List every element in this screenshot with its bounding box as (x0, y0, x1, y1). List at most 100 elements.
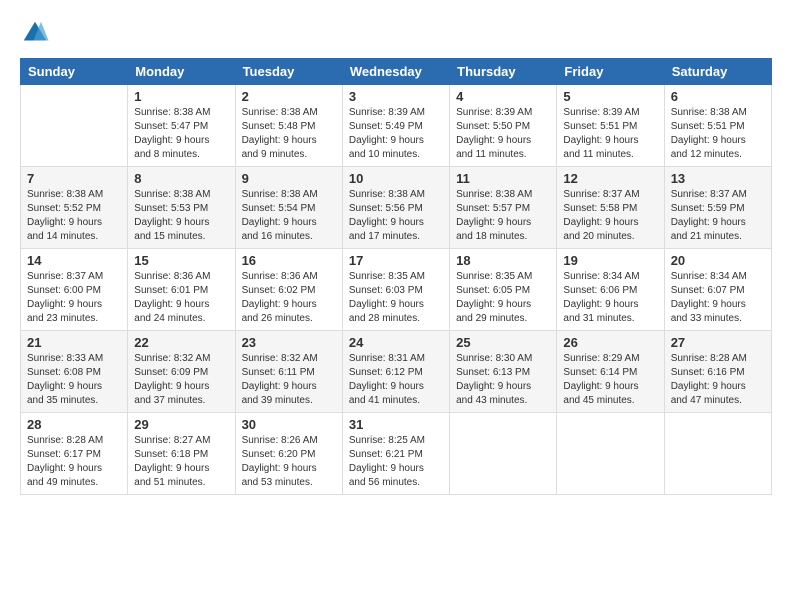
calendar-body: 1 Sunrise: 8:38 AMSunset: 5:47 PMDaylight… (21, 85, 772, 495)
day-number: 2 (242, 89, 336, 104)
week-row-2: 14 Sunrise: 8:37 AMSunset: 6:00 PMDayligh… (21, 249, 772, 331)
day-number: 18 (456, 253, 550, 268)
calendar-cell (21, 85, 128, 167)
calendar-cell: 2 Sunrise: 8:38 AMSunset: 5:48 PMDaylight… (235, 85, 342, 167)
day-info: Sunrise: 8:37 AMSunset: 5:59 PMDaylight:… (671, 188, 765, 244)
day-info: Sunrise: 8:33 AMSunset: 6:08 PMDaylight:… (27, 352, 121, 408)
header (20, 18, 772, 48)
week-row-4: 28 Sunrise: 8:28 AMSunset: 6:17 PMDayligh… (21, 413, 772, 495)
day-info: Sunrise: 8:37 AMSunset: 6:00 PMDaylight:… (27, 270, 121, 326)
day-info: Sunrise: 8:26 AMSunset: 6:20 PMDaylight:… (242, 434, 336, 490)
calendar-cell: 10Sunrise: 8:38 AMSunset: 5:56 PMDayligh… (342, 167, 449, 249)
day-info: Sunrise: 8:38 AMSunset: 5:51 PMDaylight:… (671, 106, 765, 162)
day-number: 22 (134, 335, 228, 350)
day-number: 7 (27, 171, 121, 186)
day-info: Sunrise: 8:30 AMSunset: 6:13 PMDaylight:… (456, 352, 550, 408)
day-number: 3 (349, 89, 443, 104)
calendar-cell: 1 Sunrise: 8:38 AMSunset: 5:47 PMDaylight… (128, 85, 235, 167)
calendar-cell: 9Sunrise: 8:38 AMSunset: 5:54 PMDaylight… (235, 167, 342, 249)
calendar-cell: 13 Sunrise: 8:37 AMSunset: 5:59 PMDayligh… (664, 167, 771, 249)
logo (20, 18, 54, 48)
day-info: Sunrise: 8:29 AMSunset: 6:14 PMDaylight:… (563, 352, 657, 408)
week-row-3: 21 Sunrise: 8:33 AMSunset: 6:08 PMDayligh… (21, 331, 772, 413)
calendar-cell: 26 Sunrise: 8:29 AMSunset: 6:14 PMDayligh… (557, 331, 664, 413)
header-row: SundayMondayTuesdayWednesdayThursdayFrid… (21, 59, 772, 85)
header-cell-tuesday: Tuesday (235, 59, 342, 85)
calendar-cell: 12 Sunrise: 8:37 AMSunset: 5:58 PMDayligh… (557, 167, 664, 249)
calendar-table: SundayMondayTuesdayWednesdayThursdayFrid… (20, 58, 772, 495)
calendar-cell: 6 Sunrise: 8:38 AMSunset: 5:51 PMDaylight… (664, 85, 771, 167)
day-number: 29 (134, 417, 228, 432)
day-info: Sunrise: 8:28 AMSunset: 6:17 PMDaylight:… (27, 434, 121, 490)
calendar-cell: 25Sunrise: 8:30 AMSunset: 6:13 PMDayligh… (450, 331, 557, 413)
calendar-cell: 11Sunrise: 8:38 AMSunset: 5:57 PMDayligh… (450, 167, 557, 249)
header-cell-saturday: Saturday (664, 59, 771, 85)
header-cell-thursday: Thursday (450, 59, 557, 85)
day-info: Sunrise: 8:38 AMSunset: 5:47 PMDaylight:… (134, 106, 228, 162)
day-info: Sunrise: 8:36 AMSunset: 6:01 PMDaylight:… (134, 270, 228, 326)
header-cell-wednesday: Wednesday (342, 59, 449, 85)
day-number: 10 (349, 171, 443, 186)
calendar-cell: 15Sunrise: 8:36 AMSunset: 6:01 PMDayligh… (128, 249, 235, 331)
calendar-cell: 8Sunrise: 8:38 AMSunset: 5:53 PMDaylight… (128, 167, 235, 249)
calendar-cell (450, 413, 557, 495)
calendar-cell: 18 Sunrise: 8:35 AMSunset: 6:05 PMDayligh… (450, 249, 557, 331)
calendar-cell (557, 413, 664, 495)
week-row-1: 7Sunrise: 8:38 AMSunset: 5:52 PMDaylight… (21, 167, 772, 249)
day-info: Sunrise: 8:25 AMSunset: 6:21 PMDaylight:… (349, 434, 443, 490)
calendar-cell: 31Sunrise: 8:25 AMSunset: 6:21 PMDayligh… (342, 413, 449, 495)
day-number: 12 (563, 171, 657, 186)
day-number: 16 (242, 253, 336, 268)
day-number: 23 (242, 335, 336, 350)
calendar-cell: 30Sunrise: 8:26 AMSunset: 6:20 PMDayligh… (235, 413, 342, 495)
day-info: Sunrise: 8:35 AMSunset: 6:03 PMDaylight:… (349, 270, 443, 326)
day-number: 21 (27, 335, 121, 350)
day-info: Sunrise: 8:37 AMSunset: 5:58 PMDaylight:… (563, 188, 657, 244)
calendar-cell: 14 Sunrise: 8:37 AMSunset: 6:00 PMDayligh… (21, 249, 128, 331)
day-info: Sunrise: 8:27 AMSunset: 6:18 PMDaylight:… (134, 434, 228, 490)
day-info: Sunrise: 8:38 AMSunset: 5:57 PMDaylight:… (456, 188, 550, 244)
day-info: Sunrise: 8:36 AMSunset: 6:02 PMDaylight:… (242, 270, 336, 326)
day-number: 19 (563, 253, 657, 268)
day-info: Sunrise: 8:32 AMSunset: 6:11 PMDaylight:… (242, 352, 336, 408)
day-info: Sunrise: 8:38 AMSunset: 5:53 PMDaylight:… (134, 188, 228, 244)
day-number: 27 (671, 335, 765, 350)
day-number: 17 (349, 253, 443, 268)
calendar-cell: 28 Sunrise: 8:28 AMSunset: 6:17 PMDayligh… (21, 413, 128, 495)
day-info: Sunrise: 8:34 AMSunset: 6:06 PMDaylight:… (563, 270, 657, 326)
calendar-cell: 3 Sunrise: 8:39 AMSunset: 5:49 PMDaylight… (342, 85, 449, 167)
calendar-cell: 16 Sunrise: 8:36 AMSunset: 6:02 PMDayligh… (235, 249, 342, 331)
day-info: Sunrise: 8:39 AMSunset: 5:50 PMDaylight:… (456, 106, 550, 162)
calendar-cell: 4 Sunrise: 8:39 AMSunset: 5:50 PMDaylight… (450, 85, 557, 167)
day-number: 6 (671, 89, 765, 104)
calendar-cell: 23 Sunrise: 8:32 AMSunset: 6:11 PMDayligh… (235, 331, 342, 413)
calendar-cell: 5 Sunrise: 8:39 AMSunset: 5:51 PMDaylight… (557, 85, 664, 167)
calendar-cell: 17 Sunrise: 8:35 AMSunset: 6:03 PMDayligh… (342, 249, 449, 331)
day-info: Sunrise: 8:38 AMSunset: 5:48 PMDaylight:… (242, 106, 336, 162)
day-number: 4 (456, 89, 550, 104)
calendar-cell: 27 Sunrise: 8:28 AMSunset: 6:16 PMDayligh… (664, 331, 771, 413)
calendar-cell: 20Sunrise: 8:34 AMSunset: 6:07 PMDayligh… (664, 249, 771, 331)
day-number: 5 (563, 89, 657, 104)
day-info: Sunrise: 8:39 AMSunset: 5:49 PMDaylight:… (349, 106, 443, 162)
day-number: 28 (27, 417, 121, 432)
header-cell-sunday: Sunday (21, 59, 128, 85)
calendar-cell: 21 Sunrise: 8:33 AMSunset: 6:08 PMDayligh… (21, 331, 128, 413)
calendar-cell: 7Sunrise: 8:38 AMSunset: 5:52 PMDaylight… (21, 167, 128, 249)
calendar-cell (664, 413, 771, 495)
day-info: Sunrise: 8:39 AMSunset: 5:51 PMDaylight:… (563, 106, 657, 162)
day-number: 24 (349, 335, 443, 350)
day-info: Sunrise: 8:35 AMSunset: 6:05 PMDaylight:… (456, 270, 550, 326)
calendar-cell: 19 Sunrise: 8:34 AMSunset: 6:06 PMDayligh… (557, 249, 664, 331)
day-number: 9 (242, 171, 336, 186)
day-info: Sunrise: 8:28 AMSunset: 6:16 PMDaylight:… (671, 352, 765, 408)
day-number: 14 (27, 253, 121, 268)
calendar-header: SundayMondayTuesdayWednesdayThursdayFrid… (21, 59, 772, 85)
header-cell-friday: Friday (557, 59, 664, 85)
day-number: 13 (671, 171, 765, 186)
day-info: Sunrise: 8:32 AMSunset: 6:09 PMDaylight:… (134, 352, 228, 408)
day-info: Sunrise: 8:34 AMSunset: 6:07 PMDaylight:… (671, 270, 765, 326)
day-info: Sunrise: 8:31 AMSunset: 6:12 PMDaylight:… (349, 352, 443, 408)
day-number: 26 (563, 335, 657, 350)
day-number: 1 (134, 89, 228, 104)
